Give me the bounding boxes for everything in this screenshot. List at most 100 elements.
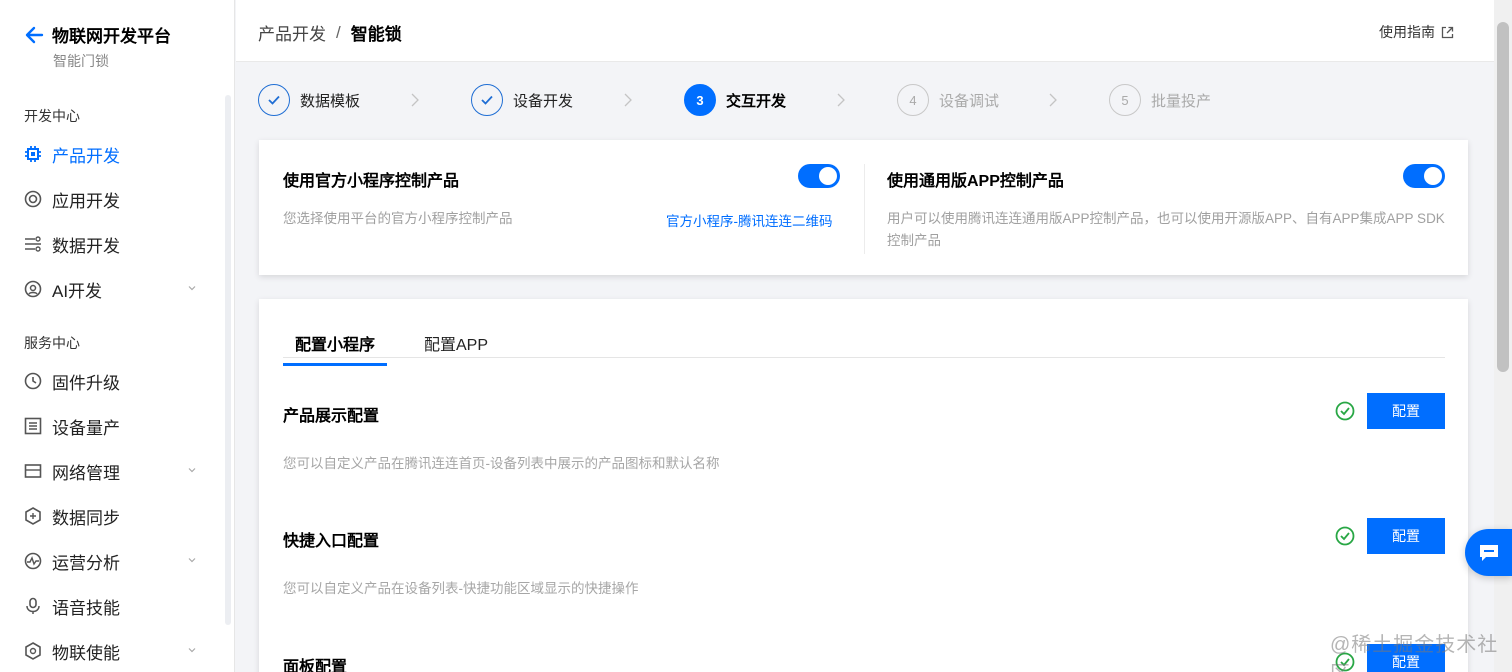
firmware-icon <box>24 372 42 390</box>
sidebar-item-data-dev[interactable]: 数据开发 <box>24 229 204 259</box>
toggle-knob <box>1424 167 1442 185</box>
sidebar-item-label: 产品开发 <box>52 146 120 166</box>
progress-steps: 数据模板 设备开发 3 交互开发 4 设备调试 5 批量投产 <box>258 84 1258 116</box>
sidebar-item-label: 设备量产 <box>52 418 120 438</box>
breadcrumb-separator: / <box>336 22 341 42</box>
sidebar-item-label: 数据同步 <box>52 508 120 528</box>
scrollbar-thumb[interactable] <box>1497 22 1509 372</box>
sidebar-item-label: AI开发 <box>52 281 103 301</box>
mini-program-control-desc: 您选择使用平台的官方小程序控制产品 <box>283 211 513 226</box>
network-icon <box>24 462 42 480</box>
tab-app[interactable]: 配置APP <box>412 331 500 363</box>
sidebar-item-product-dev[interactable]: 产品开发 <box>24 139 204 169</box>
step-label: 批量投产 <box>1151 92 1212 110</box>
voice-icon <box>24 597 42 615</box>
usage-guide-link[interactable]: 使用指南 <box>1379 22 1454 42</box>
product-display-title: 产品展示配置 <box>283 408 380 425</box>
divider <box>864 164 865 254</box>
generic-app-control-title: 使用通用版APP控制产品 <box>887 173 1064 190</box>
step-label: 设备开发 <box>513 92 574 110</box>
platform-title: 物联网开发平台 <box>52 27 171 46</box>
config-tabs: 配置小程序 配置APP <box>283 329 1445 366</box>
watermark: @稀土掘金技术社区 <box>1330 634 1499 672</box>
shortcut-entry-desc: 您可以自定义产品在设备列表-快捷功能区域显示的快捷操作 <box>283 581 639 596</box>
brand: 物联网开发平台 智能门锁 <box>24 22 171 71</box>
breadcrumb-current: 智能锁 <box>350 25 402 44</box>
shortcut-entry-title: 快捷入口配置 <box>283 533 380 550</box>
step-interaction-dev[interactable]: 3 交互开发 <box>684 84 786 116</box>
enable-icon <box>24 642 42 660</box>
data-flow-icon <box>24 235 42 253</box>
sidebar-item-data-sync[interactable]: 数据同步 <box>24 501 204 531</box>
step-number: 5 <box>1109 84 1141 116</box>
step-mass-production[interactable]: 5 批量投产 <box>1109 84 1211 116</box>
external-link-icon <box>1441 26 1454 38</box>
chevron-right-icon <box>624 93 632 107</box>
check-icon <box>258 84 290 116</box>
sidebar-item-firmware[interactable]: 固件升级 <box>24 366 204 396</box>
sidebar-item-app-dev[interactable]: 应用开发 <box>24 184 204 214</box>
step-number: 4 <box>897 84 929 116</box>
success-check-icon <box>1335 526 1355 546</box>
panel-config-title: 面板配置 <box>283 659 348 672</box>
chevron-right-icon <box>411 93 419 107</box>
sidebar-item-label: 运营分析 <box>52 553 120 573</box>
sidebar: 物联网开发平台 智能门锁 开发中心 产品开发 应用开发 数据开发 AI开发 服务… <box>0 0 235 672</box>
chevron-down-icon <box>188 468 196 473</box>
analytics-icon <box>24 552 42 570</box>
chevron-down-icon <box>188 286 196 291</box>
sidebar-item-label: 应用开发 <box>52 191 120 211</box>
ai-icon <box>24 280 42 298</box>
sidebar-item-voice[interactable]: 语音技能 <box>24 591 204 621</box>
mini-program-qr-link[interactable]: 官方小程序-腾讯连连二维码 <box>666 210 833 230</box>
chevron-down-icon <box>188 558 196 563</box>
product-display-desc: 您可以自定义产品在腾讯连连首页-设备列表中展示的产品图标和默认名称 <box>283 456 720 471</box>
generic-app-control-desc: 用户可以使用腾讯连连通用版APP控制产品，也可以使用开源版APP、自有APP集成… <box>887 211 1445 248</box>
shortcut-entry-config-button[interactable]: 配置 <box>1367 518 1445 554</box>
success-check-icon <box>1335 401 1355 421</box>
sidebar-item-label: 网络管理 <box>52 463 120 483</box>
chevron-right-icon <box>837 93 845 107</box>
step-label: 交互开发 <box>726 92 787 110</box>
check-icon <box>471 84 503 116</box>
sidebar-item-ai-dev[interactable]: AI开发 <box>24 274 204 304</box>
product-display-config-button[interactable]: 配置 <box>1367 393 1445 429</box>
product-subtitle: 智能门锁 <box>53 53 109 69</box>
chevron-right-icon <box>1049 93 1057 107</box>
sidebar-scrollbar[interactable] <box>225 95 231 625</box>
top-header: 产品开发 / 智能锁 使用指南 <box>236 0 1494 62</box>
chat-button[interactable] <box>1465 529 1512 576</box>
app-icon <box>24 190 42 208</box>
step-device-dev[interactable]: 设备开发 <box>471 84 573 116</box>
tab-mini-program[interactable]: 配置小程序 <box>283 331 388 366</box>
mini-program-control-title: 使用官方小程序控制产品 <box>283 173 460 190</box>
step-label: 数据模板 <box>300 92 361 110</box>
section-dev-title: 开发中心 <box>24 108 80 124</box>
chip-icon <box>24 145 42 163</box>
config-card: 配置小程序 配置APP 产品展示配置 配置 您可以自定义产品在腾讯连连首页-设备… <box>259 299 1468 672</box>
generic-app-toggle[interactable] <box>1403 164 1445 188</box>
sidebar-item-label: 语音技能 <box>52 598 120 618</box>
sidebar-item-label: 物联使能 <box>52 643 120 663</box>
chevron-down-icon <box>188 648 196 653</box>
toggle-knob <box>819 167 837 185</box>
sidebar-item-network[interactable]: 网络管理 <box>24 456 204 486</box>
mini-program-toggle[interactable] <box>798 164 840 188</box>
usage-guide-label: 使用指南 <box>1379 24 1435 40</box>
back-arrow-icon[interactable] <box>24 24 46 46</box>
sidebar-item-label: 固件升级 <box>52 373 120 393</box>
step-device-debug[interactable]: 4 设备调试 <box>897 84 999 116</box>
control-options-card: 使用官方小程序控制产品 您选择使用平台的官方小程序控制产品 官方小程序-腾讯连连… <box>259 140 1468 275</box>
step-label: 设备调试 <box>939 92 1000 110</box>
sidebar-item-label: 数据开发 <box>52 236 120 256</box>
step-data-template[interactable]: 数据模板 <box>258 84 360 116</box>
list-icon <box>24 417 42 435</box>
sidebar-item-analytics[interactable]: 运营分析 <box>24 546 204 576</box>
sidebar-item-mass-production[interactable]: 设备量产 <box>24 411 204 441</box>
breadcrumb-parent[interactable]: 产品开发 <box>258 20 326 45</box>
chat-icon <box>1479 544 1498 561</box>
section-service-title: 服务中心 <box>24 335 80 351</box>
sync-icon <box>24 507 42 525</box>
step-number: 3 <box>684 84 716 116</box>
sidebar-item-iot-enable[interactable]: 物联使能 <box>24 636 204 666</box>
